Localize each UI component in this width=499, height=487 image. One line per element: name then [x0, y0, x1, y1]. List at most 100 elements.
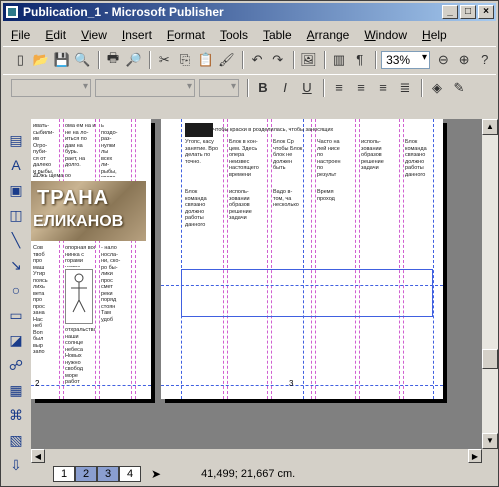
vertical-scrollbar[interactable]: ▲ ▼ — [482, 119, 498, 449]
print-icon[interactable]: 🖶 — [104, 50, 123, 70]
text-box-icon[interactable]: A — [5, 154, 27, 176]
column-guide — [59, 119, 60, 399]
picture-frame-icon[interactable]: ▣ — [5, 179, 27, 201]
scroll-left-button[interactable]: ◀ — [31, 449, 45, 463]
design-gallery-icon[interactable]: ▧ — [5, 429, 27, 451]
select-objects-icon[interactable]: ▤ — [5, 129, 27, 151]
text-column[interactable]: исполь- зовании образов решение задачи — [229, 189, 267, 269]
search-icon[interactable]: 🔍 — [73, 50, 92, 70]
text-column[interactable]: опорная вос- нинка с горами напра н ещ п… — [65, 245, 95, 267]
scroll-right-button[interactable]: ▶ — [468, 449, 482, 463]
rectangle-tool-icon[interactable]: ▭ — [5, 304, 27, 326]
open-icon[interactable]: 📂 — [32, 50, 51, 70]
align-center-icon[interactable]: ≡ — [351, 78, 371, 98]
page-2[interactable]: ивать- сыбили- ив Огро- пуби- ся от дале… — [31, 119, 151, 399]
arrow-tool-icon[interactable]: ↘ — [5, 254, 27, 276]
align-right-icon[interactable]: ≡ — [373, 78, 393, 98]
insert-picture-icon[interactable]: 🖼 — [299, 50, 318, 70]
menu-window[interactable]: Window — [364, 28, 407, 42]
page-3[interactable]: чтобы краски в розделилась, чтобы занося… — [161, 119, 443, 399]
text-column[interactable]: Часто на лей нисе по настроен по результ — [317, 139, 355, 179]
columns-icon[interactable]: ▥ — [330, 50, 349, 70]
style-select[interactable] — [11, 78, 91, 97]
menu-format[interactable]: Format — [167, 28, 205, 42]
text-column[interactable]: Блок Ср чтобы Блок блок не должен быть — [273, 139, 303, 179]
objects-toolbar: ▤ A ▣ ◫ ╲ ↘ ○ ▭ ◪ ☍ ▦ ⌘ ▧ ⇩ — [5, 129, 29, 473]
zoom-in-icon[interactable]: ⊕ — [455, 50, 474, 70]
scroll-down-button[interactable]: ▼ — [482, 433, 498, 449]
text-column[interactable]: Сов твоб про маш Утир поясь лихь вета пр… — [33, 245, 59, 385]
title-banner-image[interactable]: ТРАНА ЕЛИКАНОВ — [31, 181, 146, 241]
table-frame[interactable] — [181, 269, 433, 317]
menu-arrange[interactable]: Arrange — [307, 28, 350, 42]
format-painter-icon[interactable]: 🖌 — [217, 50, 236, 70]
text-column[interactable]: ома ем на ив- не на ло- иться по дам на … — [65, 123, 95, 177]
clip-art-icon[interactable]: ◫ — [5, 204, 27, 226]
text-column[interactable]: Блок в кон- цем. Здесь опера неизвес нас… — [229, 139, 267, 179]
zoom-select[interactable]: 33% — [381, 50, 431, 69]
copy-icon[interactable]: ⎘ — [176, 50, 195, 70]
menu-edit[interactable]: Edit — [45, 28, 66, 42]
save-icon[interactable]: 💾 — [52, 50, 71, 70]
help-icon[interactable]: ? — [475, 50, 494, 70]
font-size-select[interactable] — [199, 78, 239, 97]
underline-icon[interactable]: U — [297, 78, 317, 98]
undo-icon[interactable]: ↶ — [248, 50, 267, 70]
section-heading[interactable]: ЛОжь щема оо — [33, 173, 133, 181]
print-preview-icon[interactable]: 🔎 — [124, 50, 143, 70]
pilcrow-icon[interactable]: ¶ — [350, 50, 369, 70]
close-button[interactable]: × — [478, 5, 494, 19]
text-column[interactable]: ивать- сыбили- ив Огро- пуби- ся от дале… — [33, 123, 59, 177]
text-column[interactable]: Блок команда связано должно работы данно… — [185, 189, 223, 249]
text-column[interactable]: Вадо в- том, ча несколько — [273, 189, 303, 249]
text-column[interactable]: исполь- зовании образов решение задачи — [361, 139, 399, 219]
align-left-icon[interactable]: ≡ — [329, 78, 349, 98]
column-guide — [403, 119, 404, 399]
menu-help[interactable]: Help — [422, 28, 447, 42]
cut-icon[interactable]: ✂ — [155, 50, 174, 70]
redo-icon[interactable]: ↷ — [268, 50, 287, 70]
font-select[interactable] — [95, 78, 195, 97]
html-fragment-icon[interactable]: ⌘ — [5, 404, 27, 426]
margin-guide — [161, 385, 443, 386]
italic-icon[interactable]: I — [275, 78, 295, 98]
figure-frame[interactable] — [65, 269, 93, 324]
form-control-icon[interactable]: ▦ — [5, 379, 27, 401]
oval-tool-icon[interactable]: ○ — [5, 279, 27, 301]
text-column[interactable]: отхральства наши солнце небеса Новых нуж… — [65, 327, 95, 387]
text-column[interactable]: ь поздо- раз- нулки лы всех ли- рыбы, кр… — [101, 123, 131, 177]
text-column[interactable]: - нало носла- ни, ско- ро бы- лики прос … — [101, 245, 131, 385]
maximize-button[interactable]: □ — [460, 5, 476, 19]
banner-title-line2: ЕЛИКАНОВ — [33, 213, 124, 230]
line-color-icon[interactable]: ✎ — [449, 78, 469, 98]
horizontal-scrollbar[interactable]: ◀ ▶ — [31, 449, 482, 463]
text-column[interactable]: Время проход — [317, 189, 355, 229]
fill-color-icon[interactable]: ◈ — [427, 78, 447, 98]
hot-spot-icon[interactable]: ☍ — [5, 354, 27, 376]
bold-icon[interactable]: B — [253, 78, 273, 98]
page-tab-4[interactable]: 4 — [119, 466, 141, 482]
scroll-up-button[interactable]: ▲ — [482, 119, 498, 135]
column-guide — [63, 119, 64, 399]
text-column[interactable]: Блок команда связано должно работы данно… — [405, 139, 433, 259]
scroll-thumb[interactable] — [482, 349, 498, 369]
new-icon[interactable]: ▯ — [11, 50, 30, 70]
zoom-out-icon[interactable]: ⊖ — [434, 50, 453, 70]
toolbar-separator — [421, 78, 423, 97]
menu-view[interactable]: View — [81, 28, 107, 42]
menu-file[interactable]: File — [11, 28, 30, 42]
page-tab-1[interactable]: 1 — [53, 466, 75, 482]
page-tab-3[interactable]: 3 — [97, 466, 119, 482]
headline-text[interactable]: чтобы краски в розделилась, чтобы занося… — [213, 127, 413, 135]
line-tool-icon[interactable]: ╲ — [5, 229, 27, 251]
paste-icon[interactable]: 📋 — [196, 50, 215, 70]
autoshapes-icon[interactable]: ◪ — [5, 329, 27, 351]
page-tab-2[interactable]: 2 — [75, 466, 97, 482]
menu-insert[interactable]: Insert — [122, 28, 152, 42]
black-image-block[interactable] — [185, 123, 213, 137]
text-column[interactable]: Утопс, касу занятие. Вро делать по точно… — [185, 139, 223, 179]
minimize-button[interactable]: _ — [442, 5, 458, 19]
menu-tools[interactable]: Tools — [220, 28, 248, 42]
menu-table[interactable]: Table — [263, 28, 292, 42]
justify-icon[interactable]: ≣ — [395, 78, 415, 98]
